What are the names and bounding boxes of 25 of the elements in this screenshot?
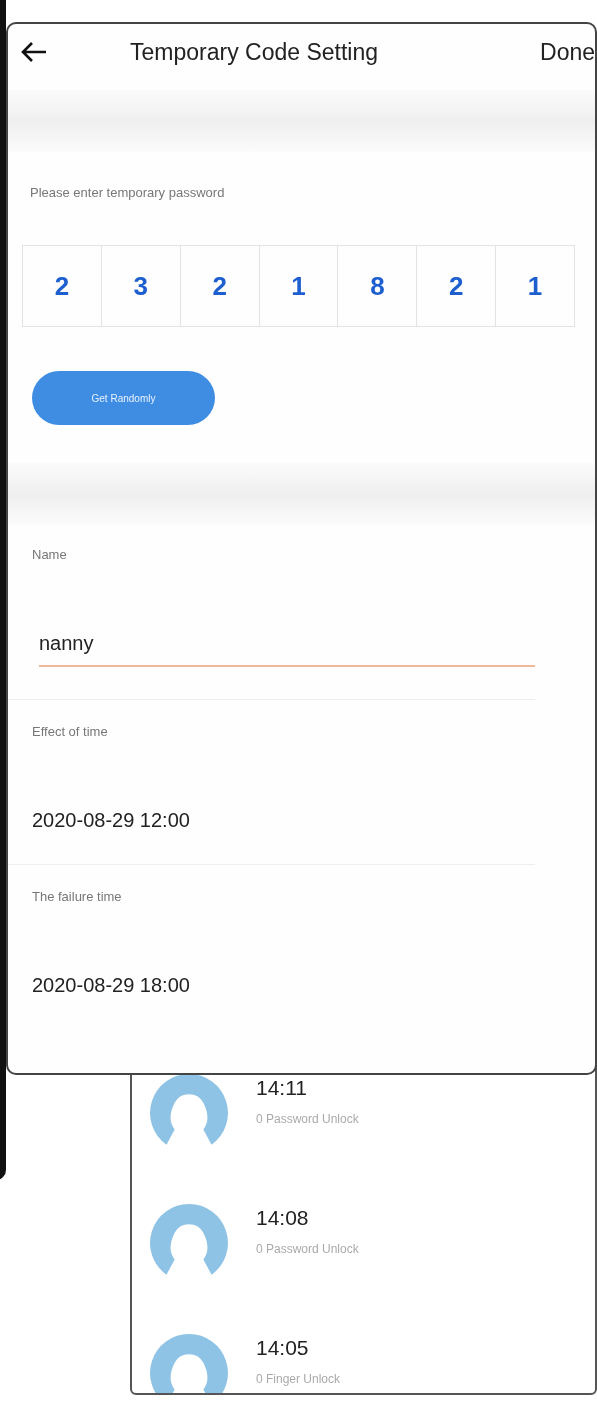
record-event: 0 Finger Unlock: [256, 1372, 341, 1386]
name-input-field[interactable]: nanny: [39, 632, 535, 667]
code-digit-cell[interactable]: 1: [496, 246, 574, 326]
code-digit-cell[interactable]: 8: [338, 246, 418, 326]
record-event: 0 Password Unlock: [256, 1112, 359, 1126]
done-button[interactable]: Done: [540, 38, 595, 66]
field-label: The failure time: [32, 888, 123, 904]
record-time: 14:08: [256, 1206, 310, 1230]
code-digit-cell[interactable]: 2: [180, 246, 260, 326]
code-digit-cell[interactable]: 3: [101, 246, 181, 326]
time-value[interactable]: 2020-08-29 18:00: [32, 974, 595, 997]
code-digit-cell[interactable]: 1: [259, 246, 339, 326]
get-randomly-button[interactable]: Get Randomly: [32, 371, 215, 425]
code-digit-cell[interactable]: 2: [417, 246, 497, 326]
code-digit-cell[interactable]: 2: [23, 246, 102, 326]
back-arrow-icon[interactable]: [20, 40, 48, 64]
time-value[interactable]: 2020-08-29 12:00: [32, 809, 535, 864]
record-event: 0 Password Unlock: [256, 1242, 359, 1256]
user-avatar-icon: [148, 1332, 230, 1393]
record-time: 14:05: [256, 1336, 310, 1360]
field-label: Effect of time: [32, 723, 109, 739]
screen-title: Temporary Code Setting: [130, 38, 378, 66]
record-time: 14:11: [256, 1076, 308, 1100]
field-label: Name: [32, 546, 68, 562]
password-label: Please enter temporary password: [30, 185, 226, 200]
